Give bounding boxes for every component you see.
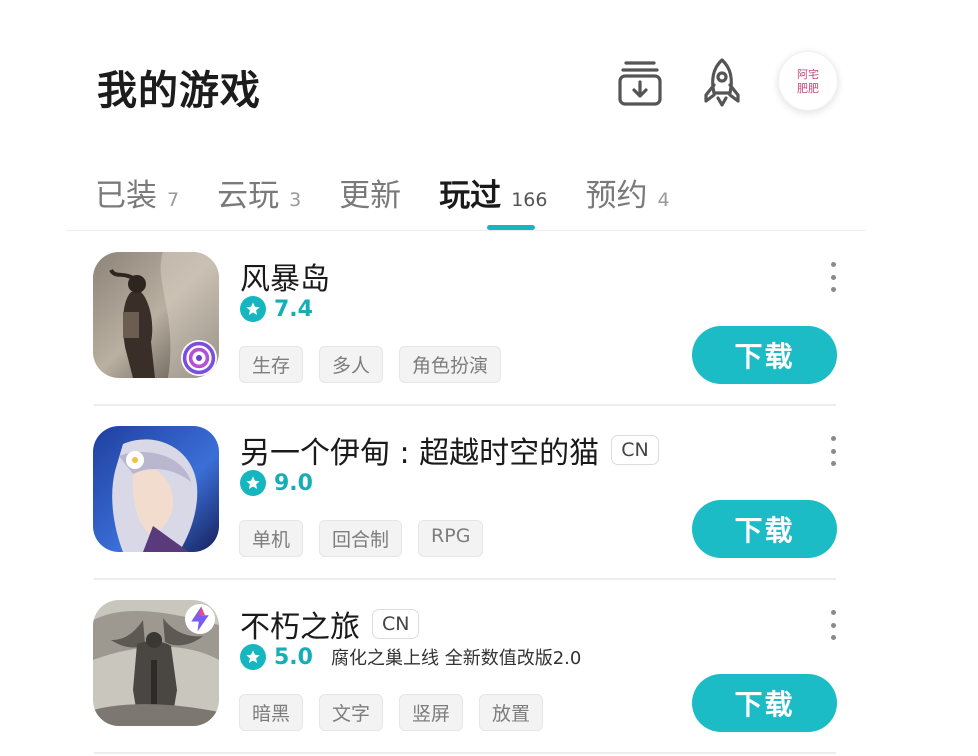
tag-list: 暗黑 文字 竖屏 放置 bbox=[239, 694, 559, 731]
tag-list: 生存 多人 角色扮演 bbox=[239, 346, 517, 383]
tag[interactable]: 生存 bbox=[239, 346, 304, 383]
tab-label: 更新 bbox=[339, 178, 402, 214]
platform-badge-icon bbox=[181, 340, 217, 376]
rocket-icon[interactable] bbox=[694, 55, 750, 111]
game-score: 9.0 bbox=[274, 470, 313, 496]
tab-cloud-play[interactable]: 云玩 3 bbox=[217, 170, 301, 220]
tag[interactable]: 角色扮演 bbox=[399, 346, 502, 383]
tab-count: 166 bbox=[511, 189, 548, 211]
tab-updates[interactable]: 更新 bbox=[339, 170, 401, 220]
game-title-line: 不朽之旅 CN bbox=[240, 602, 420, 646]
rating-line: 9.0 bbox=[240, 470, 313, 496]
tab-count: 4 bbox=[657, 189, 670, 211]
tab-label: 云玩 bbox=[217, 178, 280, 214]
header: 我的游戏 阿宅 肥肥 bbox=[0, 0, 978, 150]
game-row[interactable]: 另一个伊甸 : 超越时空的猫 CN 9.0 单机 回合制 RPG 下载 bbox=[0, 406, 978, 580]
rating-line: 7.4 bbox=[240, 296, 313, 322]
tab-count: 7 bbox=[167, 189, 180, 211]
more-options-icon[interactable] bbox=[823, 262, 843, 292]
download-button[interactable]: 下载 bbox=[692, 674, 837, 732]
star-icon bbox=[240, 296, 266, 322]
game-row[interactable]: 风暴岛 7.4 生存 多人 角色扮演 下载 bbox=[0, 232, 978, 406]
tab-count: 3 bbox=[289, 189, 302, 211]
game-title-line: 另一个伊甸 : 超越时空的猫 CN bbox=[240, 428, 659, 472]
game-icon-immortal-journey[interactable] bbox=[93, 600, 219, 726]
tag[interactable]: 竖屏 bbox=[399, 694, 464, 731]
tag[interactable]: 文字 bbox=[319, 694, 384, 731]
game-icon-storm-island[interactable] bbox=[93, 252, 219, 378]
tab-played[interactable]: 玩过 166 bbox=[439, 170, 547, 220]
game-name[interactable]: 风暴岛 bbox=[240, 254, 330, 298]
download-button[interactable]: 下载 bbox=[692, 500, 837, 558]
star-icon bbox=[240, 470, 266, 496]
game-icon-another-eden[interactable] bbox=[93, 426, 219, 552]
tag[interactable]: 放置 bbox=[479, 694, 544, 731]
avatar-text-line2: 肥肥 bbox=[797, 82, 819, 95]
tag[interactable]: 回合制 bbox=[319, 520, 403, 557]
tag[interactable]: RPG bbox=[418, 520, 484, 557]
region-badge: CN bbox=[372, 609, 420, 639]
tab-label: 预约 bbox=[585, 178, 648, 214]
page-title: 我的游戏 bbox=[97, 68, 261, 114]
game-score: 7.4 bbox=[274, 296, 313, 322]
more-options-icon[interactable] bbox=[823, 436, 843, 466]
game-name[interactable]: 另一个伊甸 : 超越时空的猫 bbox=[240, 428, 599, 472]
game-name[interactable]: 不朽之旅 bbox=[240, 602, 360, 646]
tab-installed[interactable]: 已装 7 bbox=[95, 170, 179, 220]
tab-label: 已装 bbox=[95, 178, 157, 214]
tag[interactable]: 暗黑 bbox=[239, 694, 304, 731]
game-score: 5.0 bbox=[274, 644, 313, 670]
avatar-text-line1: 阿宅 bbox=[797, 67, 819, 81]
region-badge: CN bbox=[611, 435, 659, 465]
tabs-divider bbox=[66, 230, 866, 231]
rating-line: 5.0 腐化之巢上线 全新数值改版2.0 bbox=[240, 644, 581, 670]
tag[interactable]: 多人 bbox=[319, 346, 384, 383]
tab-bar: 已装 7 云玩 3 更新 玩过 166 预约 4 bbox=[95, 160, 708, 220]
row-divider bbox=[94, 752, 836, 754]
game-promo-text: 腐化之巢上线 全新数值改版2.0 bbox=[330, 648, 582, 669]
tag[interactable]: 单机 bbox=[239, 520, 304, 557]
download-manager-icon[interactable] bbox=[612, 55, 668, 111]
avatar[interactable]: 阿宅 肥肥 bbox=[778, 51, 838, 111]
tab-label: 玩过 bbox=[439, 178, 502, 214]
lightning-badge-icon bbox=[185, 604, 215, 634]
game-title-line: 风暴岛 bbox=[240, 254, 330, 298]
game-row[interactable]: 不朽之旅 CN 5.0 腐化之巢上线 全新数值改版2.0 暗黑 文字 竖屏 放置… bbox=[0, 580, 978, 754]
star-icon bbox=[240, 644, 266, 670]
tab-reserved[interactable]: 预约 4 bbox=[585, 170, 669, 220]
more-options-icon[interactable] bbox=[823, 610, 843, 640]
tag-list: 单机 回合制 RPG bbox=[239, 520, 499, 557]
download-button[interactable]: 下载 bbox=[692, 326, 837, 384]
